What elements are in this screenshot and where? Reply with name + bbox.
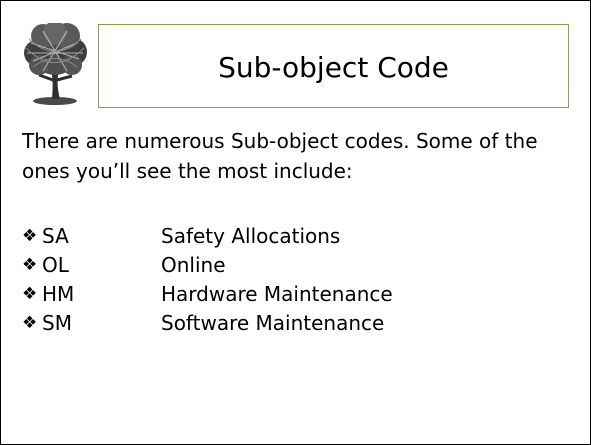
list-item: ❖ SA Safety Allocations bbox=[22, 222, 393, 251]
diamond-bullet-icon: ❖ bbox=[22, 255, 38, 275]
sub-object-description: Hardware Maintenance bbox=[161, 282, 393, 306]
list-item: ❖ OL Online bbox=[22, 251, 393, 280]
diamond-bullet-icon: ❖ bbox=[22, 284, 38, 304]
sub-object-description: Software Maintenance bbox=[161, 311, 385, 335]
diamond-bullet-icon: ❖ bbox=[22, 313, 38, 333]
tree-icon bbox=[24, 23, 87, 105]
sub-object-code: SA bbox=[42, 224, 69, 248]
slide-title: Sub-object Code bbox=[218, 51, 449, 84]
sub-object-description: Safety Allocations bbox=[161, 224, 341, 248]
slide: Sub-object Code There are numerous Sub-o… bbox=[0, 0, 591, 445]
sub-object-description: Online bbox=[161, 253, 226, 277]
sub-object-code-list: ❖ SA Safety Allocations ❖ OL Online ❖ HM… bbox=[22, 222, 393, 338]
diamond-bullet-icon: ❖ bbox=[22, 226, 38, 246]
list-item: ❖ SM Software Maintenance bbox=[22, 309, 393, 338]
sub-object-code: SM bbox=[42, 311, 72, 335]
list-item: ❖ HM Hardware Maintenance bbox=[22, 280, 393, 309]
title-frame: Sub-object Code bbox=[98, 24, 569, 108]
sub-object-code: OL bbox=[42, 253, 69, 277]
intro-text: There are numerous Sub-object codes. Som… bbox=[22, 129, 538, 183]
sub-object-code: HM bbox=[42, 282, 75, 306]
